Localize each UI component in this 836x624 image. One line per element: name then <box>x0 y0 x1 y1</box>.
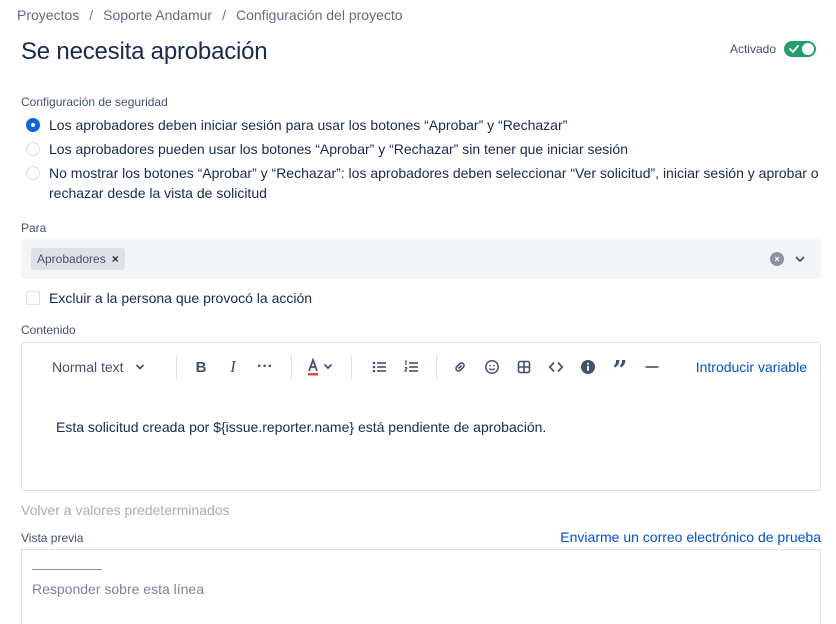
quote-icon[interactable]: ” <box>610 357 630 384</box>
breadcrumb-project[interactable]: Soporte Andamur <box>103 7 212 23</box>
security-option-3[interactable]: No mostrar los botones “Aprobar” y “Rech… <box>26 163 821 203</box>
bullet-list-icon[interactable] <box>369 357 389 377</box>
security-option-1[interactable]: Los aprobadores deben iniciar sesión par… <box>26 115 821 135</box>
reset-defaults-button[interactable]: Volver a valores predeterminados <box>21 502 230 518</box>
info-icon[interactable] <box>578 357 598 377</box>
page-title: Se necesita aprobación <box>21 38 268 65</box>
text-style-dropdown[interactable]: Normal text <box>52 359 146 375</box>
toolbar-divider <box>291 355 292 379</box>
emoji-icon[interactable] <box>482 357 502 377</box>
enabled-toggle[interactable] <box>784 41 816 57</box>
breadcrumb-projects[interactable]: Proyectos <box>17 7 79 23</box>
radio-unselected[interactable] <box>26 166 40 180</box>
editor-toolbar: Normal text B I ··· ” Introducir variabl… <box>22 343 820 391</box>
content-editor[interactable]: Normal text B I ··· ” Introducir variabl… <box>21 342 821 491</box>
security-option-3-label: No mostrar los botones “Aprobar” y “Rech… <box>49 165 819 201</box>
security-option-2[interactable]: Los aprobadores pueden usar los botones … <box>26 139 821 159</box>
text-color-icon[interactable] <box>305 357 337 377</box>
enabled-toggle-group: Activado <box>730 41 816 57</box>
breadcrumb-settings[interactable]: Configuración del proyecto <box>236 7 403 23</box>
para-label: Para <box>21 221 47 235</box>
recipients-select[interactable]: Aprobadores × × <box>21 239 821 279</box>
chevron-down-icon[interactable] <box>793 252 807 266</box>
security-option-1-label: Los aprobadores deben iniciar sesión par… <box>49 117 568 133</box>
exclude-checkbox-label: Excluir a la persona que provocó la acci… <box>49 290 313 306</box>
bold-icon[interactable]: B <box>191 357 211 377</box>
remove-tag-icon[interactable]: × <box>112 252 119 266</box>
toolbar-divider <box>176 355 177 379</box>
toolbar-divider <box>351 355 352 379</box>
breadcrumb-separator: / <box>222 7 226 23</box>
content-label: Contenido <box>21 323 76 337</box>
exclude-checkbox-row[interactable]: Excluir a la persona que provocó la acci… <box>26 290 312 306</box>
reply-separator-line <box>32 569 102 570</box>
reply-line-text: Responder sobre esta línea <box>32 581 204 597</box>
code-icon[interactable] <box>546 357 566 377</box>
clear-icon[interactable]: × <box>770 252 784 266</box>
editor-body-text[interactable]: Esta solicitud creada por ${issue.report… <box>56 419 546 435</box>
check-icon <box>789 45 799 53</box>
breadcrumb: Proyectos / Soporte Andamur / Configurac… <box>17 7 403 23</box>
toggle-label: Activado <box>729 42 776 56</box>
toggle-knob <box>802 43 814 55</box>
radio-unselected[interactable] <box>26 142 40 156</box>
security-option-2-label: Los aprobadores pueden usar los botones … <box>49 141 628 157</box>
exclude-checkbox[interactable] <box>26 291 40 305</box>
insert-variable-button[interactable]: Introducir variable <box>696 359 807 375</box>
preview-box: Responder sobre esta línea <box>21 549 821 624</box>
numbered-list-icon[interactable] <box>401 357 421 377</box>
recipient-tag-label: Aprobadores <box>37 252 106 266</box>
text-style-label: Normal text <box>52 359 124 375</box>
preview-label: Vista previa <box>21 531 84 545</box>
table-icon[interactable] <box>514 357 534 377</box>
divider-icon[interactable] <box>642 357 662 377</box>
link-icon[interactable] <box>450 357 470 377</box>
italic-icon[interactable]: I <box>223 357 243 377</box>
radio-selected[interactable] <box>26 118 40 132</box>
breadcrumb-separator: / <box>89 7 94 23</box>
more-icon[interactable]: ··· <box>255 357 275 377</box>
send-test-email-button[interactable]: Enviarme un correo electrónico de prueba <box>560 529 821 545</box>
security-label: Configuración de seguridad <box>21 95 168 109</box>
toolbar-divider <box>436 355 437 379</box>
recipient-tag: Aprobadores × <box>31 248 125 270</box>
chevron-down-icon <box>135 364 144 370</box>
